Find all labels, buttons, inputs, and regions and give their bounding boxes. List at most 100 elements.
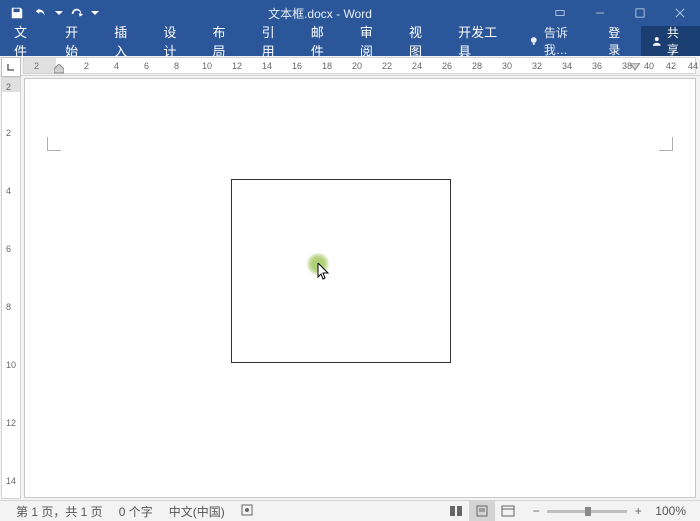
ruler-tick: 34 xyxy=(562,61,572,71)
tab-home[interactable]: 开始 xyxy=(53,26,102,56)
tab-selector-button[interactable] xyxy=(1,57,21,77)
undo-button[interactable] xyxy=(30,2,52,24)
horizontal-ruler[interactable]: 2 2 4 6 8 10 12 14 16 18 20 22 24 26 28 … xyxy=(23,57,696,74)
tab-layout[interactable]: 布局 xyxy=(201,26,250,56)
read-icon xyxy=(449,505,463,517)
share-button[interactable]: 共享 xyxy=(641,26,700,56)
lightbulb-icon xyxy=(528,35,540,47)
window-title: 文本框.docx - Word xyxy=(100,5,540,22)
ruler-tick: 6 xyxy=(6,244,11,254)
zoom-out-button[interactable]: − xyxy=(529,504,543,518)
save-button[interactable] xyxy=(6,2,28,24)
customize-qat-button[interactable] xyxy=(90,2,100,24)
maximize-icon xyxy=(635,8,645,18)
page-margin-corner xyxy=(47,137,61,151)
ruler-tick: 26 xyxy=(442,61,452,71)
save-icon xyxy=(10,6,24,20)
ruler-tick: 18 xyxy=(322,61,332,71)
web-layout-icon xyxy=(501,505,515,517)
ruler-tick: 14 xyxy=(6,476,16,486)
ruler-tick: 44 xyxy=(688,61,698,71)
ruler-tick: 32 xyxy=(532,61,542,71)
redo-button[interactable] xyxy=(66,2,88,24)
view-mode-buttons xyxy=(443,501,521,521)
document-canvas[interactable] xyxy=(24,78,696,498)
ruler-tick: 22 xyxy=(382,61,392,71)
cursor-arrow-icon xyxy=(317,263,331,281)
text-box-shape[interactable] xyxy=(231,179,451,363)
zoom-controls: − + 100% xyxy=(521,504,692,518)
chevron-down-icon xyxy=(90,6,100,20)
macro-record-button[interactable] xyxy=(233,504,261,519)
window-controls xyxy=(540,0,700,26)
ruler-tick: 4 xyxy=(114,61,119,71)
tab-developer[interactable]: 开发工具 xyxy=(446,26,520,56)
zoom-slider[interactable] xyxy=(547,510,627,513)
left-indent-marker[interactable] xyxy=(54,64,64,74)
tab-stop-icon xyxy=(6,62,16,72)
person-icon xyxy=(651,35,663,47)
page-count-status[interactable]: 第 1 页，共 1 页 xyxy=(8,503,111,520)
zoom-in-button[interactable]: + xyxy=(631,504,645,518)
tab-mailings[interactable]: 邮件 xyxy=(299,26,348,56)
ruler-tick: 24 xyxy=(412,61,422,71)
print-layout-icon xyxy=(475,505,489,517)
tab-references[interactable]: 引用 xyxy=(250,26,299,56)
ruler-tick: 14 xyxy=(262,61,272,71)
right-indent-marker[interactable] xyxy=(630,60,640,74)
ruler-tick: 4 xyxy=(6,186,11,196)
tell-me-button[interactable]: 告诉我… xyxy=(520,26,598,56)
ribbon-tabs: 文件 开始 插入 设计 布局 引用 邮件 审阅 视图 开发工具 告诉我… 登录 … xyxy=(0,26,700,56)
tab-design[interactable]: 设计 xyxy=(151,26,200,56)
tab-file[interactable]: 文件 xyxy=(0,26,53,56)
ribbon-display-button[interactable] xyxy=(540,0,580,26)
tab-review[interactable]: 审阅 xyxy=(348,26,397,56)
status-bar: 第 1 页，共 1 页 0 个字 中文(中国) − + 100% xyxy=(0,500,700,521)
undo-icon xyxy=(34,6,48,20)
ruler-tick: 2 xyxy=(6,128,11,138)
ruler-tick: 8 xyxy=(6,302,11,312)
print-layout-button[interactable] xyxy=(469,501,495,521)
ruler-tick: 10 xyxy=(6,360,16,370)
word-count-status[interactable]: 0 个字 xyxy=(111,503,161,520)
language-status[interactable]: 中文(中国) xyxy=(161,503,233,520)
tab-view[interactable]: 视图 xyxy=(397,26,446,56)
workspace: 2 2 4 6 8 10 12 14 xyxy=(0,76,700,500)
tab-insert[interactable]: 插入 xyxy=(102,26,151,56)
ruler-tick: 2 xyxy=(34,61,39,71)
ruler-tick: 20 xyxy=(352,61,362,71)
ribbon-icon xyxy=(555,8,565,18)
ruler-tick: 12 xyxy=(232,61,242,71)
vertical-ruler[interactable]: 2 2 4 6 8 10 12 14 xyxy=(1,77,21,499)
close-icon xyxy=(675,8,685,18)
ruler-tick: 10 xyxy=(202,61,212,71)
ruler-tick: 2 xyxy=(6,82,11,92)
maximize-button[interactable] xyxy=(620,0,660,26)
title-bar: 文本框.docx - Word xyxy=(0,0,700,26)
ruler-tick: 2 xyxy=(84,61,89,71)
ruler-tick: 40 xyxy=(644,61,654,71)
ruler-tick: 6 xyxy=(144,61,149,71)
ruler-tick: 16 xyxy=(292,61,302,71)
page-margin-corner xyxy=(659,137,673,151)
ruler-tick: 42 xyxy=(666,61,676,71)
ruler-tick: 12 xyxy=(6,418,16,428)
undo-dropdown-button[interactable] xyxy=(54,2,64,24)
ruler-tick: 36 xyxy=(592,61,602,71)
ruler-tick: 28 xyxy=(472,61,482,71)
read-mode-button[interactable] xyxy=(443,501,469,521)
web-layout-button[interactable] xyxy=(495,501,521,521)
close-button[interactable] xyxy=(660,0,700,26)
login-button[interactable]: 登录 xyxy=(598,26,641,56)
ruler-tick: 30 xyxy=(502,61,512,71)
quick-access-toolbar xyxy=(0,2,100,24)
record-icon xyxy=(241,504,253,516)
zoom-thumb[interactable] xyxy=(585,507,591,516)
zoom-level-button[interactable]: 100% xyxy=(649,504,692,518)
redo-icon xyxy=(70,6,84,20)
ruler-tick: 8 xyxy=(174,61,179,71)
minimize-icon xyxy=(595,8,605,18)
tell-me-label: 告诉我… xyxy=(544,24,590,58)
minimize-button[interactable] xyxy=(580,0,620,26)
chevron-down-icon xyxy=(54,6,64,20)
